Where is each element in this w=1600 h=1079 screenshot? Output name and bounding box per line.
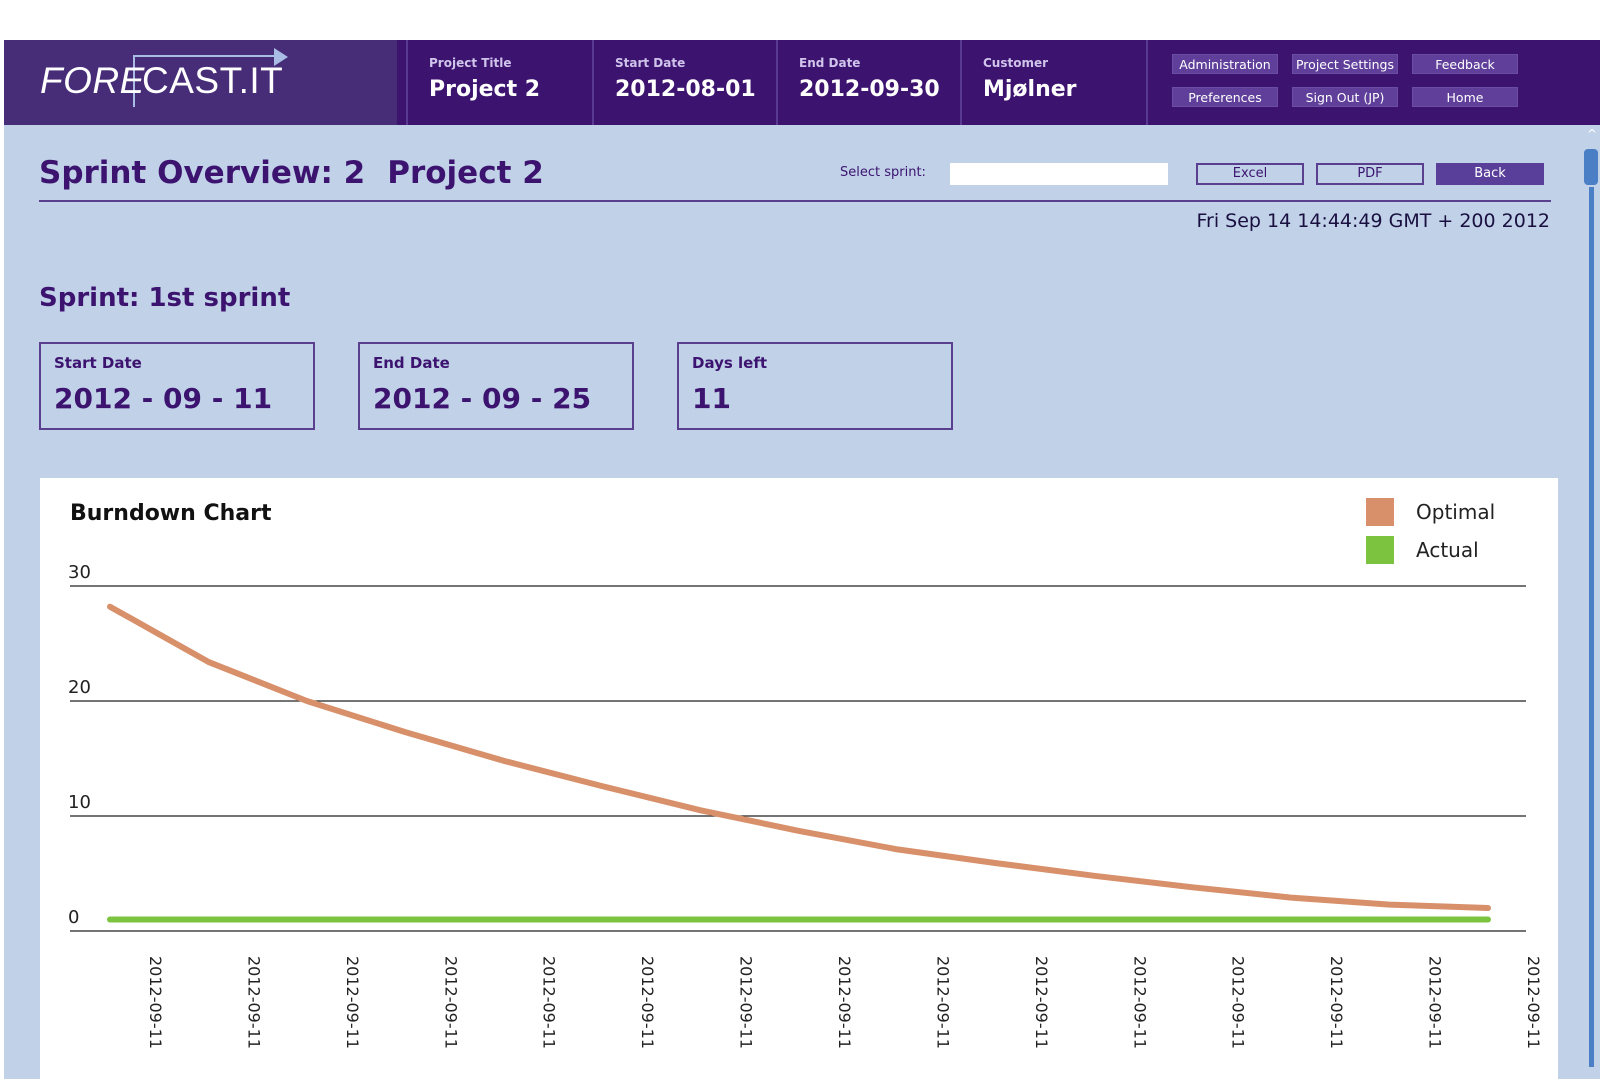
preferences-button[interactable]: Preferences <box>1172 87 1278 107</box>
administration-button[interactable]: Administration <box>1172 54 1278 74</box>
title-divider <box>39 200 1551 202</box>
project-title-cell: Project Title Project 2 <box>406 40 594 125</box>
legend-swatch-actual <box>1366 536 1394 564</box>
burndown-chart: Burndown Chart 0 10 20 30 2012-09-11 2012-09-1… <box>68 498 1543 1049</box>
vertical-scrollbar[interactable]: ^ <box>1582 125 1600 1079</box>
top-navigation-bar: FORE CAST.IT Project Title Project 2 Sta… <box>4 40 1600 125</box>
sprint-heading: Sprint: 1st sprint <box>39 283 291 313</box>
select-sprint-label: Select sprint: <box>840 165 926 180</box>
x-tick-label: 2012-09-11 <box>244 956 263 1049</box>
sprint-end-date-label: End Date <box>373 354 450 372</box>
sprint-end-date-value: 2012 - 09 - 25 <box>373 382 592 415</box>
project-end-date-label: End Date <box>799 56 861 70</box>
customer-cell: Customer Mjølner <box>960 40 1148 125</box>
x-tick-label: 2012-09-11 <box>638 956 657 1049</box>
excel-button[interactable]: Excel <box>1196 163 1304 185</box>
x-tick-label: 2012-09-11 <box>1032 956 1051 1049</box>
x-tick-label: 2012-09-11 <box>835 956 854 1049</box>
x-tick-label: 2012-09-11 <box>737 956 756 1049</box>
sprint-end-date-box: End Date 2012 - 09 - 25 <box>358 342 634 430</box>
days-left-value: 11 <box>692 382 731 415</box>
logo-text-cast: CAST.IT <box>142 60 284 101</box>
legend-swatch-optimal <box>1366 498 1394 526</box>
x-tick-label: 2012-09-11 <box>540 956 559 1049</box>
forecast-logo[interactable]: FORE CAST.IT <box>4 40 397 125</box>
project-end-date-value: 2012-09-30 <box>799 77 940 102</box>
nav-buttons-cell <box>1146 40 1600 125</box>
page-title-sprint: Sprint Overview: 2 <box>39 155 366 191</box>
legend-label-optimal: Optimal <box>1416 500 1495 524</box>
x-tick-label: 2012-09-11 <box>441 956 460 1049</box>
x-tick-label: 2012-09-11 <box>1229 956 1248 1049</box>
y-tick-label: 10 <box>68 792 91 813</box>
project-title-label: Project Title <box>429 56 512 70</box>
main-content: Sprint Overview: 2 Project 2 Select sprin… <box>4 125 1600 1079</box>
page-title-project: Project 2 <box>387 155 544 191</box>
pdf-button[interactable]: PDF <box>1316 163 1424 185</box>
sprint-start-date-box: Start Date 2012 - 09 - 11 <box>39 342 315 430</box>
days-left-label: Days left <box>692 354 768 372</box>
legend-label-actual: Actual <box>1416 538 1479 562</box>
x-tick-label: 2012-09-11 <box>1327 956 1346 1049</box>
series-line-optimal <box>107 603 1491 911</box>
project-settings-button[interactable]: Project Settings <box>1292 54 1398 74</box>
x-tick-label: 2012-09-11 <box>343 956 362 1049</box>
logo-text-fore: FORE <box>40 60 145 101</box>
scrollbar-thumb[interactable] <box>1584 149 1598 185</box>
page-title: Sprint Overview: 2 Project 2 <box>39 155 544 191</box>
back-button[interactable]: Back <box>1436 163 1544 185</box>
current-datetime: Fri Sep 14 14:44:49 GMT + 200 2012 <box>1196 210 1551 232</box>
scroll-up-arrow-icon[interactable]: ^ <box>1587 127 1597 141</box>
chart-title: Burndown Chart <box>70 501 272 526</box>
y-tick-label: 0 <box>68 907 79 928</box>
x-tick-label: 2012-09-11 <box>1426 956 1445 1049</box>
customer-label: Customer <box>983 56 1049 70</box>
x-tick-label: 2012-09-11 <box>1130 956 1149 1049</box>
select-sprint-input[interactable] <box>950 163 1168 185</box>
project-title-value: Project 2 <box>429 77 541 102</box>
project-start-date-cell: Start Date 2012-08-01 <box>592 40 778 125</box>
scrollbar-track <box>1589 187 1594 1067</box>
y-tick-label: 20 <box>68 677 91 698</box>
project-start-date-label: Start Date <box>615 56 686 70</box>
project-end-date-cell: End Date 2012-09-30 <box>776 40 962 125</box>
sprint-start-date-value: 2012 - 09 - 11 <box>54 382 273 415</box>
home-button[interactable]: Home <box>1412 87 1518 107</box>
y-tick-label: 30 <box>68 562 91 583</box>
burndown-chart-panel: Burndown Chart 0 10 20 30 2012-09-11 2012-09-1… <box>40 478 1558 1079</box>
sign-out-button[interactable]: Sign Out (JP) <box>1292 87 1398 107</box>
customer-value: Mjølner <box>983 77 1077 102</box>
days-left-box: Days left 11 <box>677 342 953 430</box>
x-tick-label: 2012-09-11 <box>1524 956 1543 1049</box>
project-start-date-value: 2012-08-01 <box>615 77 756 102</box>
feedback-button[interactable]: Feedback <box>1412 54 1518 74</box>
sprint-start-date-label: Start Date <box>54 354 142 372</box>
x-tick-label: 2012-09-11 <box>146 956 165 1049</box>
x-tick-label: 2012-09-11 <box>933 956 952 1049</box>
